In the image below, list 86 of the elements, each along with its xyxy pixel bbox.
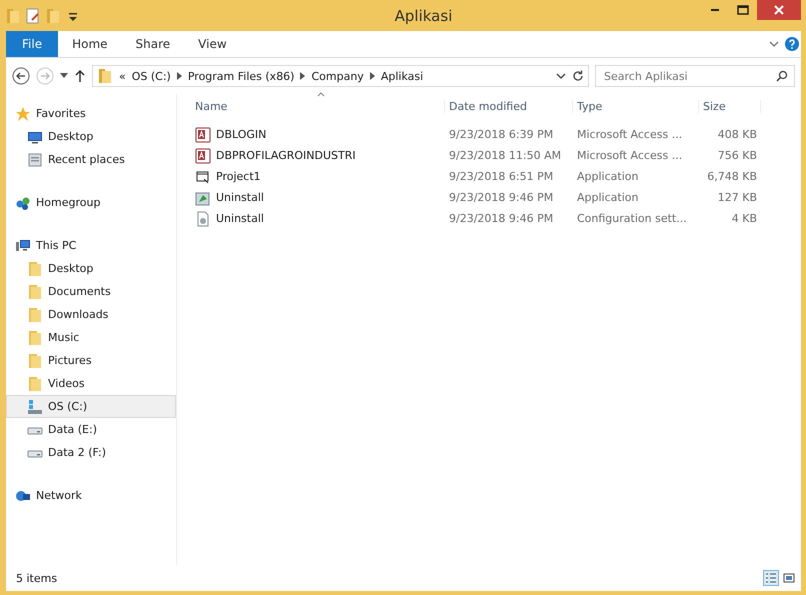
folder-icon	[27, 260, 43, 276]
minimize-icon	[711, 9, 719, 11]
nav-item[interactable]: Documents	[6, 280, 176, 303]
date-cell-text: 9/23/2018 6:39 PM	[448, 128, 554, 141]
nav-item[interactable]: Videos	[6, 372, 176, 395]
column-header[interactable]: Type	[573, 100, 699, 112]
nav-item[interactable]: Network	[6, 484, 176, 507]
window-icon	[195, 168, 211, 184]
breadcrumb[interactable]: Aplikasi	[380, 70, 424, 82]
folder-icon	[27, 306, 43, 322]
nav-item[interactable]: Data (E:)	[6, 418, 176, 441]
folder-icon	[97, 68, 113, 84]
file-name[interactable]: DBLOGIN	[216, 128, 266, 141]
maximize-icon	[737, 5, 749, 15]
nav-item[interactable]: This PC	[6, 234, 176, 257]
ribbon-tab[interactable]: Share	[122, 31, 184, 57]
address-bar[interactable]: « OS (C:) Program Files (x86) Company Aplikasi	[92, 65, 589, 87]
star-icon	[15, 106, 31, 122]
column-header[interactable]: Date modified	[445, 100, 573, 112]
type-cell-text: Configuration sett...	[576, 212, 688, 225]
size-cell-text: 4 KB	[730, 212, 758, 225]
database-file-icon	[195, 148, 211, 164]
nav-item[interactable]: Music	[6, 326, 176, 349]
file-name[interactable]: DBPROFILAGROINDUSTRI	[216, 149, 356, 162]
properties-icon[interactable]	[26, 8, 40, 24]
homegroup-icon	[15, 194, 31, 210]
file-name[interactable]: Uninstall	[216, 212, 264, 225]
nav-item[interactable]: Pictures	[6, 349, 176, 372]
database-file-icon	[195, 126, 211, 142]
nav-item[interactable]: Downloads	[6, 303, 176, 326]
search-box[interactable]: Search Aplikasi	[595, 65, 795, 87]
column-header[interactable]: Name	[191, 100, 445, 112]
search-icon[interactable]	[776, 70, 788, 82]
size-cell-text: 127 KB	[716, 191, 758, 204]
dropdown-icon[interactable]	[556, 72, 566, 80]
size-cell-text: 408 KB	[716, 128, 758, 141]
ribbon-tab[interactable]: View	[184, 31, 241, 57]
nav-item[interactable]: Favorites	[6, 102, 176, 125]
item-count: 5 items	[16, 572, 58, 584]
nav-item[interactable]: Recent places	[6, 148, 176, 171]
date-cell-text: 9/23/2018 6:51 PM	[448, 170, 554, 183]
folder-icon	[27, 284, 43, 300]
breadcrumb[interactable]: OS (C:)	[132, 70, 171, 82]
file-name[interactable]: Project1	[216, 170, 261, 183]
help-icon[interactable]	[785, 37, 799, 51]
folder-icon	[27, 376, 43, 392]
computer-icon	[15, 238, 31, 254]
ribbon-tab[interactable]: Home	[58, 31, 122, 57]
chevron-icon[interactable]	[769, 40, 779, 48]
nav-item[interactable]: Data 2 (F:)	[6, 441, 176, 464]
folder-icon	[27, 352, 43, 368]
drive-icon	[27, 398, 43, 414]
nav-item[interactable]: Desktop	[6, 125, 176, 148]
close-button[interactable]	[757, 0, 801, 20]
type-cell-text: Microsoft Access ...	[576, 149, 684, 162]
up-button[interactable]	[74, 69, 86, 83]
details-view-button[interactable]	[763, 570, 779, 586]
date-cell-text: 9/23/2018 9:46 PM	[448, 212, 554, 225]
window-title: Aplikasi	[394, 6, 454, 24]
nav-item[interactable]: Homegroup	[6, 191, 176, 214]
separator-arrow-icon[interactable]	[176, 72, 182, 80]
size-cell-text: 756 KB	[716, 149, 758, 162]
date-cell-text: 9/23/2018 11:50 AM	[448, 149, 562, 162]
nav-item[interactable]: Desktop	[6, 257, 176, 280]
close-icon	[774, 5, 784, 15]
recent-locations-button[interactable]	[60, 73, 68, 79]
type-cell-text: Application	[576, 191, 640, 204]
settings-file-icon	[195, 210, 211, 226]
recent-places-icon	[27, 152, 43, 168]
column-header[interactable]: Size	[699, 100, 761, 112]
nav-item[interactable]: OS (C:)	[6, 395, 176, 418]
size-cell-text: 6,748 KB	[706, 170, 758, 183]
refresh-icon[interactable]	[572, 70, 584, 82]
type-cell-text: Microsoft Access ...	[576, 128, 684, 141]
installer-icon	[195, 190, 211, 206]
breadcrumb[interactable]: Company	[311, 70, 364, 82]
file-menu-button[interactable]: File	[6, 31, 58, 57]
separator-arrow-icon[interactable]	[300, 72, 306, 80]
date-cell-text: 9/23/2018 9:46 PM	[448, 191, 554, 204]
separator-arrow-icon[interactable]	[370, 72, 375, 80]
back-button[interactable]	[12, 67, 30, 85]
folder-icon	[27, 330, 43, 346]
breadcrumb[interactable]: Program Files (x86)	[188, 70, 294, 82]
overflow-button[interactable]: «	[119, 70, 126, 82]
type-cell-text: Application	[576, 170, 640, 183]
file-name[interactable]: Uninstall	[216, 191, 264, 204]
